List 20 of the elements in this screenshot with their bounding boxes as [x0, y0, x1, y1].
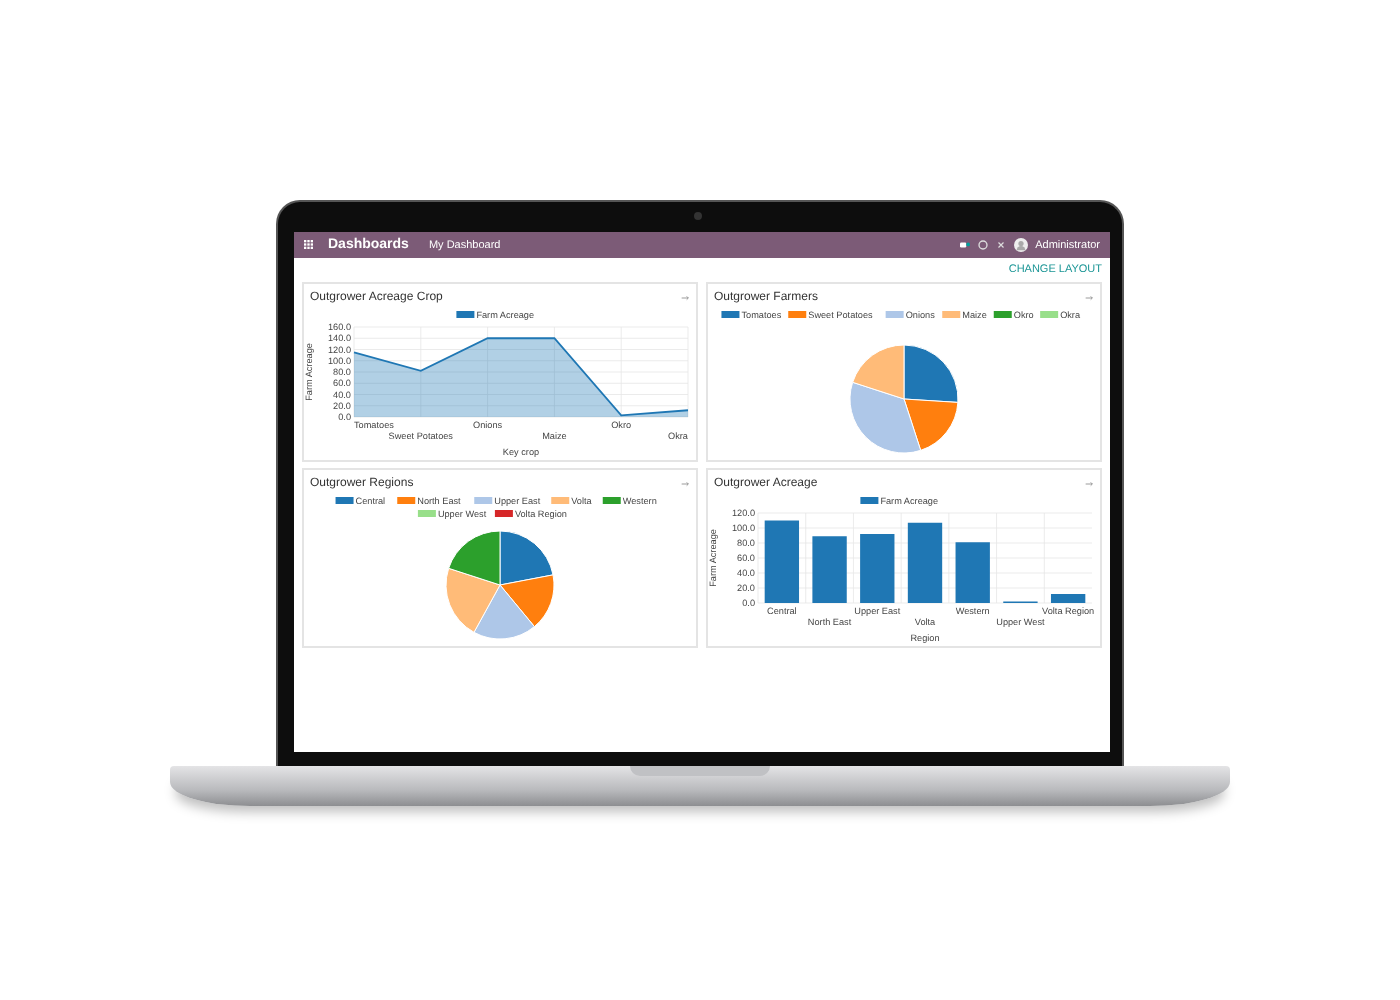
pie-slice [903, 344, 959, 403]
close-icon[interactable] [995, 240, 1006, 250]
bar [1050, 594, 1086, 603]
pie-slice [903, 398, 959, 451]
pie-slice [499, 574, 555, 628]
bar [860, 534, 895, 603]
avatar-icon[interactable] [1013, 238, 1028, 252]
bar [812, 536, 847, 603]
bar [907, 522, 943, 603]
pie-slice [852, 344, 905, 400]
pie-slice [473, 584, 535, 640]
menu-icon[interactable] [304, 240, 314, 250]
chat-icon[interactable] [959, 240, 970, 250]
pie-slice [849, 381, 922, 454]
pie-slice [448, 530, 501, 586]
pie-slice [445, 567, 501, 633]
camera-icon [694, 212, 702, 220]
pie-slice [499, 530, 554, 586]
bar [955, 542, 990, 603]
bar [764, 520, 800, 603]
